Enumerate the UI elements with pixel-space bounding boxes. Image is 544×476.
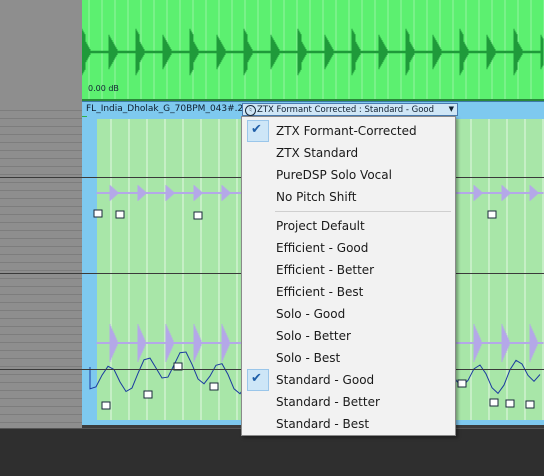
- checkmark-icon: ✔: [251, 122, 262, 137]
- menu-item-label: Project Default: [276, 219, 365, 233]
- menu-item-label: Efficient - Better: [276, 263, 375, 277]
- menu-item-project-default[interactable]: Project Default: [243, 215, 454, 237]
- menu-item-label: Standard - Good: [276, 373, 375, 387]
- pitch-mode-dropdown[interactable]: ♮ ZTX Formant Corrected : Standard - Goo…: [242, 103, 458, 116]
- menu-item-standard-good[interactable]: ✔ Standard - Good: [243, 369, 454, 391]
- check-indicator: ✔: [247, 120, 269, 142]
- ztx-pitch-icon: ♮: [245, 105, 256, 116]
- menu-item-label: Solo - Good: [276, 307, 346, 321]
- top-audio-event[interactable]: 0.00 dB: [82, 0, 544, 101]
- menu-item-label: ZTX Standard: [276, 146, 359, 160]
- chevron-down-icon[interactable]: ▼: [449, 105, 454, 113]
- check-indicator: ✔: [247, 369, 269, 391]
- menu-item-solo-best[interactable]: Solo - Best: [243, 347, 454, 369]
- menu-item-label: Solo - Best: [276, 351, 341, 365]
- event-name: FL_India_Dholak_G_70BPM_043#.2: [86, 104, 244, 114]
- menu-item-label: Solo - Better: [276, 329, 351, 343]
- menu-item-no-pitch-shift[interactable]: No Pitch Shift: [243, 186, 454, 208]
- gutter-track-lines: [0, 103, 82, 428]
- menu-item-standard-best[interactable]: Standard - Best: [243, 413, 454, 435]
- menu-item-efficient-best[interactable]: Efficient - Best: [243, 281, 454, 303]
- menu-item-label: No Pitch Shift: [276, 190, 357, 204]
- top-waveform: [82, 0, 544, 101]
- menu-item-puredsp-solo-vocal[interactable]: PureDSP Solo Vocal: [243, 164, 454, 186]
- gain-label: 0.00 dB: [88, 84, 119, 93]
- checkmark-icon: ✔: [251, 371, 262, 386]
- menu-item-ztx-standard[interactable]: ZTX Standard: [243, 142, 454, 164]
- menu-item-label: ZTX Formant-Corrected: [276, 124, 417, 138]
- menu-item-label: PureDSP Solo Vocal: [276, 168, 392, 182]
- menu-item-label: Standard - Best: [276, 417, 370, 431]
- menu-item-label: Efficient - Good: [276, 241, 369, 255]
- pitch-mode-menu: ✔ ZTX Formant-Corrected ZTX Standard Pur…: [241, 116, 456, 436]
- pitch-mode-value: ZTX Formant Corrected : Standard - Good: [257, 105, 435, 115]
- menu-item-efficient-good[interactable]: Efficient - Good: [243, 237, 454, 259]
- menu-item-label: Efficient - Best: [276, 285, 364, 299]
- menu-item-label: Standard - Better: [276, 395, 380, 409]
- menu-item-efficient-better[interactable]: Efficient - Better: [243, 259, 454, 281]
- menu-separator: [275, 211, 451, 212]
- menu-item-ztx-formant-corrected[interactable]: ✔ ZTX Formant-Corrected: [243, 120, 454, 142]
- menu-item-standard-better[interactable]: Standard - Better: [243, 391, 454, 413]
- menu-item-solo-good[interactable]: Solo - Good: [243, 303, 454, 325]
- menu-item-solo-better[interactable]: Solo - Better: [243, 325, 454, 347]
